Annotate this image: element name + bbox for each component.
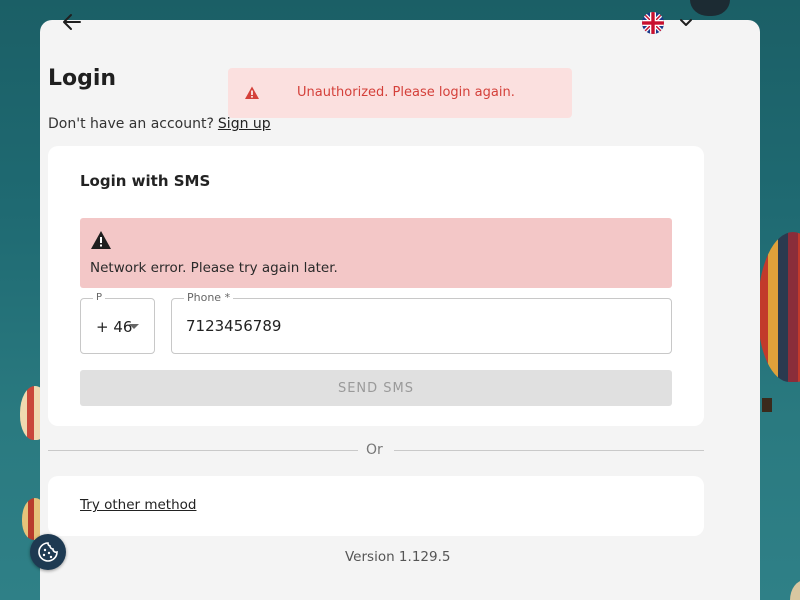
- balloon-decoration: [790, 580, 800, 600]
- other-method-panel: Try other method: [48, 476, 704, 536]
- sms-login-panel: Login with SMS Network error. Please try…: [48, 146, 704, 426]
- error-message: Network error. Please try again later.: [90, 260, 338, 276]
- arrow-left-icon: [63, 14, 81, 30]
- divider-label: Or: [366, 442, 383, 458]
- toast-message: Unauthorized. Please login again.: [297, 85, 515, 100]
- page-title: Login: [48, 66, 117, 91]
- caret-down-icon: [129, 324, 139, 329]
- cookie-icon: [38, 542, 58, 562]
- version-text: Version 1.129.5: [345, 549, 451, 565]
- phone-field: Phone *: [171, 291, 672, 354]
- country-code-value: + 46: [96, 318, 133, 336]
- back-button[interactable]: [60, 12, 84, 32]
- signup-link[interactable]: Sign up: [218, 116, 271, 132]
- balloon-basket-decoration: [762, 398, 772, 412]
- signup-prompt-text: Don't have an account?: [48, 116, 214, 132]
- divider-line: [48, 450, 358, 451]
- error-alert: Network error. Please try again later.: [80, 218, 672, 288]
- signup-prompt: Don't have an account? Sign up: [48, 116, 271, 132]
- phone-input[interactable]: [186, 313, 656, 339]
- balloon-decoration: [758, 232, 800, 382]
- country-code-label: P: [93, 292, 106, 303]
- uk-flag-icon: [642, 12, 664, 34]
- send-sms-button[interactable]: SEND SMS: [80, 370, 672, 406]
- divider-line: [394, 450, 704, 451]
- chevron-down-icon: [680, 19, 692, 26]
- try-other-method-link[interactable]: Try other method: [80, 497, 196, 513]
- error-toast: Unauthorized. Please login again.: [228, 68, 572, 118]
- language-selector[interactable]: [642, 12, 696, 34]
- warning-icon: [245, 86, 259, 99]
- balloon-decoration: [690, 0, 730, 16]
- country-code-select[interactable]: P + 46: [80, 292, 155, 354]
- sms-panel-title: Login with SMS: [80, 172, 211, 190]
- phone-label: Phone *: [184, 291, 234, 304]
- cookie-settings-button[interactable]: [30, 534, 66, 570]
- warning-icon: [91, 231, 111, 249]
